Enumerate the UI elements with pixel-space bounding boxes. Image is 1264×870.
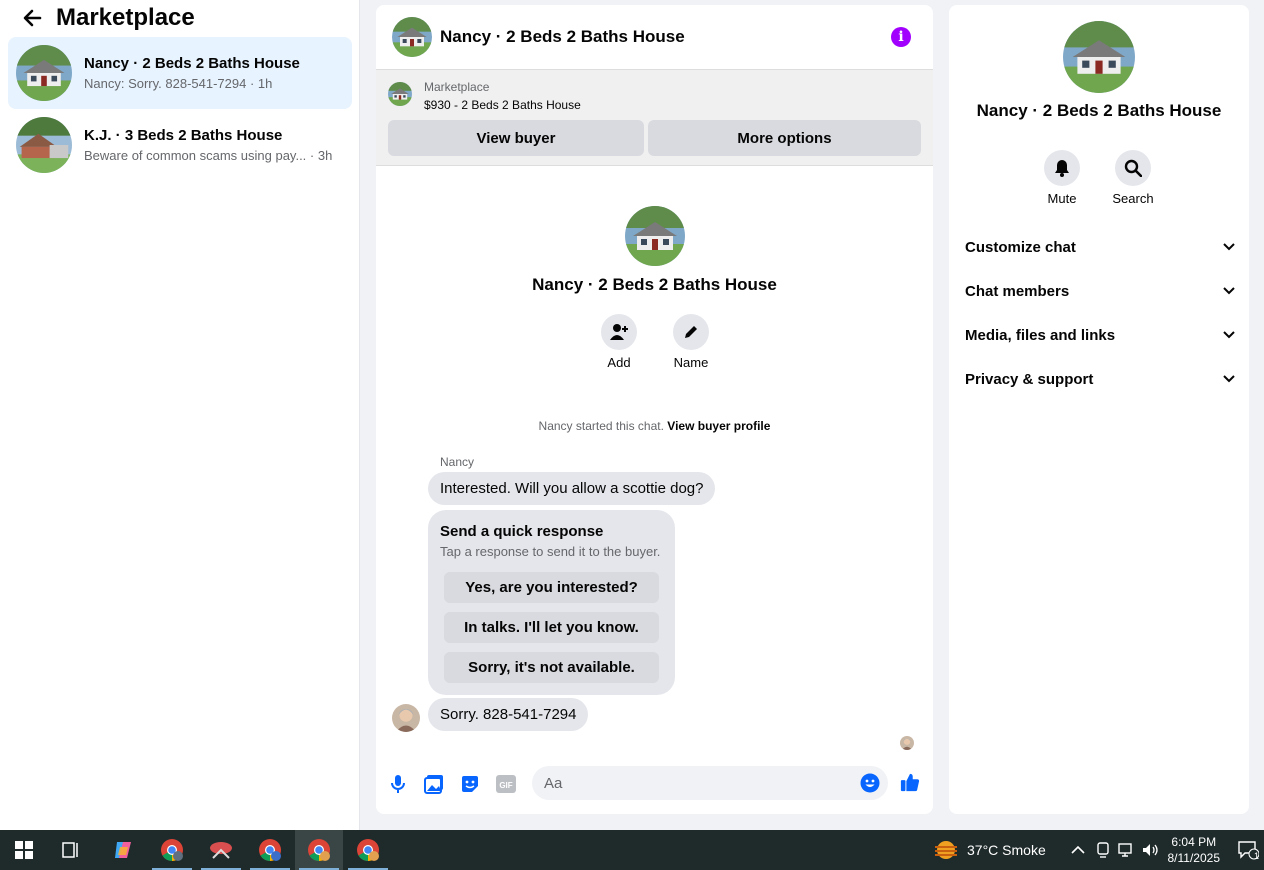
- section-label: Customize chat: [965, 238, 1076, 256]
- clock-date: 8/11/2025: [1167, 851, 1221, 865]
- quick-response-option[interactable]: Sorry, it's not available.: [444, 652, 659, 683]
- chevron-up-icon[interactable]: [1064, 836, 1092, 864]
- conversation-item[interactable]: Nancy · 2 Beds 2 Baths House Nancy: Sorr…: [8, 37, 352, 109]
- chat-avatar[interactable]: [392, 17, 432, 57]
- system-clock[interactable]: 6:04 PM 8/11/2025: [1168, 834, 1221, 866]
- mute-button[interactable]: [1044, 150, 1080, 186]
- chat-title[interactable]: Nancy · 2 Beds 2 Baths House: [440, 27, 685, 47]
- details-name: Nancy · 2 Beds 2 Baths House: [976, 101, 1222, 120]
- listing-thumbnail: [16, 117, 72, 173]
- conversation-title: K.J. · 3 Beds 2 Baths House: [84, 127, 283, 144]
- chat-details-panel: Nancy · 2 Beds 2 Baths House Mute Search…: [949, 5, 1249, 814]
- chrome-icon[interactable]: [158, 836, 186, 864]
- volume-icon[interactable]: [1137, 836, 1165, 864]
- microphone-icon[interactable]: [388, 774, 408, 794]
- conversation-title: Nancy · 2 Beds 2 Baths House: [84, 55, 300, 72]
- conversation-list-panel: Marketplace Nancy · 2 Beds 2 Baths House…: [0, 0, 360, 830]
- details-avatar: [1063, 21, 1135, 93]
- customize-chat-section[interactable]: Customize chat: [965, 232, 1235, 262]
- copilot-icon[interactable]: [109, 836, 137, 864]
- privacy-support-section[interactable]: Privacy & support: [965, 364, 1235, 394]
- taskbar: 37°C Smoke 6:04 PM 8/11/2025 1: [0, 830, 1264, 870]
- sticker-icon[interactable]: [460, 774, 480, 794]
- message-bubble: Sorry. 828-541-7294: [428, 698, 589, 731]
- notification-count: 1: [1253, 851, 1259, 861]
- quick-response-option[interactable]: Yes, are you interested?: [444, 572, 659, 603]
- notification-icon[interactable]: 1: [1234, 836, 1262, 864]
- view-buyer-button[interactable]: View buyer: [388, 120, 644, 156]
- search-icon: [1124, 159, 1142, 177]
- more-options-button[interactable]: More options: [648, 120, 921, 156]
- bell-icon: [1055, 160, 1069, 177]
- listing-label: Marketplace: [424, 80, 490, 94]
- quick-response-card: Send a quick response Tap a response to …: [428, 510, 675, 695]
- section-label: Media, files and links: [965, 326, 1116, 344]
- add-label: Add: [607, 355, 631, 370]
- read-receipt-avatar: [900, 736, 914, 750]
- chevron-down-icon: [1223, 243, 1235, 251]
- conversation-preview: Nancy: Sorry. 828-541-7294 · 1h: [84, 76, 273, 91]
- started-text: Nancy started this chat.: [538, 419, 664, 433]
- quick-response-subtitle: Tap a response to send it to the buyer.: [440, 544, 661, 559]
- chrome-profile-icon[interactable]: [354, 836, 382, 864]
- listing-price-title[interactable]: $930 - 2 Beds 2 Baths House: [424, 98, 581, 112]
- page-title: Marketplace: [56, 4, 195, 31]
- view-buyer-profile-link[interactable]: View buyer profile: [667, 419, 770, 433]
- chrome-profile-icon[interactable]: [305, 836, 333, 864]
- listing-thumbnail: [388, 82, 412, 106]
- back-arrow-icon[interactable]: [20, 6, 44, 30]
- pencil-icon: [685, 326, 697, 338]
- chat-header: Nancy · 2 Beds 2 Baths House: [376, 5, 933, 70]
- profile-name: Nancy · 2 Beds 2 Baths House: [532, 275, 777, 294]
- conversation-text: Nancy · 2 Beds 2 Baths House Nancy: Sorr…: [84, 55, 300, 91]
- search-button[interactable]: [1115, 150, 1151, 186]
- add-people-button[interactable]: [601, 314, 637, 350]
- conversation-preview: Beware of common scams using pay... · 3h: [84, 148, 333, 163]
- photo-icon[interactable]: [424, 774, 444, 794]
- chevron-down-icon: [1223, 375, 1235, 383]
- snipping-tool-icon[interactable]: [207, 836, 235, 864]
- chat-window: Nancy · 2 Beds 2 Baths House i Marketpla…: [376, 5, 933, 814]
- section-label: Chat members: [965, 282, 1070, 300]
- message-bubble: Interested. Will you allow a scottie dog…: [428, 472, 716, 505]
- quick-response-title: Send a quick response: [440, 523, 604, 540]
- weather-text[interactable]: 37°C Smoke: [967, 842, 1046, 858]
- left-header: Marketplace: [0, 0, 359, 36]
- message-composer: GIF Aa: [376, 754, 933, 814]
- chevron-down-icon: [1223, 331, 1235, 339]
- task-view-icon[interactable]: [57, 836, 85, 864]
- chrome-profile-icon[interactable]: [256, 836, 284, 864]
- add-person-icon: [610, 324, 628, 340]
- edit-name-button[interactable]: [673, 314, 709, 350]
- mute-label: Mute: [1047, 191, 1077, 206]
- media-files-links-section[interactable]: Media, files and links: [965, 320, 1235, 350]
- chat-members-section[interactable]: Chat members: [965, 276, 1235, 306]
- weather-icon[interactable]: [932, 836, 960, 864]
- quick-response-option[interactable]: In talks. I'll let you know.: [444, 612, 659, 643]
- clock-time: 6:04 PM: [1171, 835, 1217, 849]
- message-input[interactable]: Aa: [532, 766, 888, 800]
- sender-avatar[interactable]: [392, 704, 420, 732]
- listing-thumbnail: [16, 45, 72, 101]
- search-label: Search: [1112, 191, 1154, 206]
- name-label: Name: [673, 355, 709, 370]
- sender-name: Nancy: [440, 455, 475, 469]
- message-input-placeholder: Aa: [544, 775, 563, 792]
- gif-icon[interactable]: GIF: [496, 774, 516, 794]
- conversation-text: K.J. · 3 Beds 2 Baths House Beware of co…: [84, 127, 332, 163]
- profile-avatar: [625, 206, 685, 266]
- emoji-icon[interactable]: [860, 773, 880, 798]
- chat-started-notice: Nancy started this chat. View buyer prof…: [376, 419, 933, 433]
- conversation-item[interactable]: K.J. · 3 Beds 2 Baths House Beware of co…: [8, 109, 352, 181]
- chevron-down-icon: [1223, 287, 1235, 295]
- section-label: Privacy & support: [965, 370, 1094, 388]
- svg-text:GIF: GIF: [499, 781, 512, 790]
- thumbs-up-icon[interactable]: [900, 772, 920, 792]
- start-windows-icon[interactable]: [10, 836, 38, 864]
- info-icon[interactable]: i: [891, 27, 911, 47]
- listing-bar: Marketplace $930 - 2 Beds 2 Baths House …: [376, 70, 933, 166]
